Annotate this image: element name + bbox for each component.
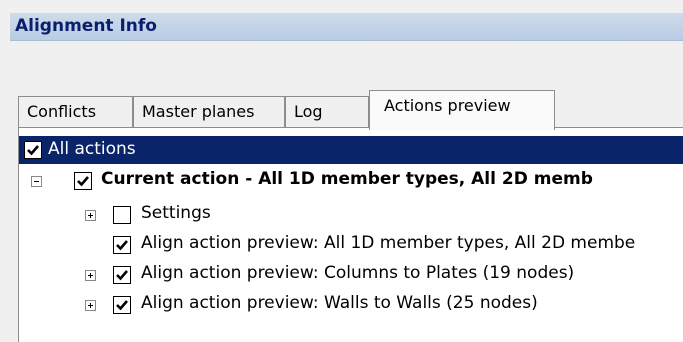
tree-root-label: All actions (48, 139, 136, 159)
tree-node-align-preview-columns[interactable]: Align action preview: Columns to Plates … (19, 260, 683, 290)
tab-log[interactable]: Log (285, 96, 369, 127)
checkbox-icon[interactable] (24, 141, 42, 159)
settings-label: Settings (141, 203, 211, 223)
checkbox-icon[interactable] (74, 172, 92, 190)
expand-icon[interactable] (85, 300, 96, 311)
current-action-label: Current action - All 1D member types, Al… (101, 169, 593, 189)
tab-conflicts[interactable]: Conflicts (18, 96, 133, 127)
tree-node-settings[interactable]: Settings (19, 200, 683, 230)
align-preview-columns-label: Align action preview: Columns to Plates … (141, 263, 575, 283)
checkbox-icon[interactable] (113, 266, 131, 284)
align-preview-all-label: Align action preview: All 1D member type… (141, 233, 636, 253)
expand-icon[interactable] (85, 210, 96, 221)
window-title: Alignment Info (15, 16, 157, 36)
align-preview-walls-label: Align action preview: Walls to Walls (25… (141, 293, 538, 313)
expand-icon[interactable] (85, 270, 96, 281)
tree-node-align-preview-walls[interactable]: Align action preview: Walls to Walls (25… (19, 290, 683, 320)
checkbox-icon[interactable] (113, 236, 131, 254)
tree-node-current-action[interactable]: Current action - All 1D member types, Al… (19, 166, 683, 196)
tab-actions-preview[interactable]: Actions preview (369, 90, 555, 130)
checkbox-icon[interactable] (113, 296, 131, 314)
collapse-icon[interactable] (31, 176, 42, 187)
window-title-bar: Alignment Info (10, 13, 683, 41)
checkbox-icon[interactable] (113, 206, 131, 224)
tab-master-planes[interactable]: Master planes (133, 96, 285, 127)
actions-preview-tree: All actions Current action - All 1D memb… (18, 127, 683, 342)
tree-root-all-actions[interactable]: All actions (19, 136, 683, 164)
tree-node-align-preview-all[interactable]: Align action preview: All 1D member type… (19, 230, 683, 260)
